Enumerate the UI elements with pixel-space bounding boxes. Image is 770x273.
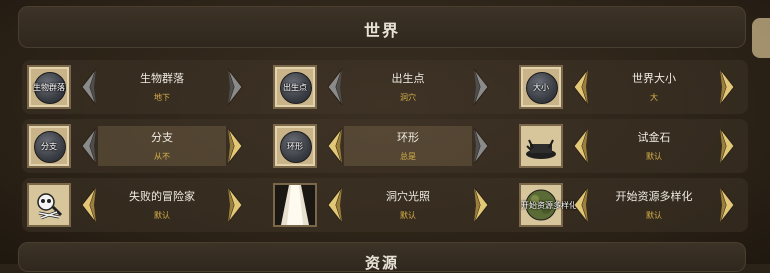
icon-label: 分支: [41, 142, 57, 151]
section-header-resources: 资源: [18, 242, 746, 272]
previous-option-arrow-icon[interactable]: [570, 185, 590, 225]
next-option-arrow-icon[interactable]: [226, 67, 246, 107]
section-header-world: 世界: [18, 6, 746, 48]
side-tab[interactable]: [752, 18, 770, 58]
setting-cell: 失败的冒险家 默认: [24, 179, 269, 231]
setting-name: 开始资源多样化: [615, 190, 693, 203]
previous-option-arrow-icon[interactable]: [324, 185, 344, 225]
setting-value: 总是: [400, 152, 416, 161]
setting-cell: 大小 世界大小大: [516, 61, 761, 113]
setting-cell: 出生点 出生点 洞穴: [270, 61, 515, 113]
icon-label: 大小: [533, 83, 549, 92]
setting-name: 洞穴光照: [386, 190, 430, 203]
next-option-arrow-icon[interactable]: [472, 185, 492, 225]
setting-value: 默认: [400, 211, 416, 220]
icon-label: 出生点: [283, 83, 307, 92]
setting-value: 大: [650, 93, 658, 102]
world-globe-icon: 出生点: [273, 65, 317, 109]
previous-option-arrow-icon[interactable]: [324, 126, 344, 166]
setting-value: 默认: [646, 211, 662, 220]
previous-option-arrow-icon[interactable]: [78, 126, 98, 166]
setting-cell: 环形 环形 总是: [270, 120, 515, 172]
previous-option-arrow-icon[interactable]: [570, 67, 590, 107]
setting-name: 世界大小: [632, 72, 676, 85]
light-beam-icon: [273, 183, 317, 227]
green-map-icon: 开始资源多样化: [519, 183, 577, 227]
setting-name: 失败的冒险家: [129, 190, 195, 203]
previous-option-arrow-icon[interactable]: [570, 126, 590, 166]
next-option-arrow-icon[interactable]: [226, 185, 246, 225]
setting-name: 环形: [397, 131, 419, 144]
icon-label: 环形: [287, 142, 303, 151]
icon-label: 生物群落: [33, 83, 65, 92]
setting-value: 洞穴: [400, 93, 416, 102]
setting-value: 默认: [154, 211, 170, 220]
section-title: 世界: [363, 21, 400, 40]
settings-panel: 世界 生物群落 生物群落 地下 出生点 出生点 洞穴 大小 世界大小大分支 分支 从不 环形 环形 总是…: [0, 0, 770, 272]
setting-value: 地下: [154, 93, 170, 102]
setting-cell: 开始资源多样化 开始资源多样化 默认: [516, 179, 761, 231]
setting-name: 生物群落: [140, 72, 184, 85]
skeleton-icon: [27, 183, 71, 227]
setting-cell: 洞穴光照 默认: [270, 179, 515, 231]
next-option-arrow-icon[interactable]: [718, 126, 738, 166]
previous-option-arrow-icon[interactable]: [78, 185, 98, 225]
setting-name: 分支: [151, 131, 173, 144]
setting-value: 从不: [154, 152, 170, 161]
setting-cell: 分支 分支 从不: [24, 120, 269, 172]
next-option-arrow-icon[interactable]: [226, 126, 246, 166]
next-option-arrow-icon[interactable]: [718, 185, 738, 225]
section-title: 资源: [364, 254, 399, 272]
world-globe-icon: 生物群落: [27, 65, 71, 109]
world-globe-icon: 大小: [519, 65, 563, 109]
next-option-arrow-icon[interactable]: [718, 67, 738, 107]
setting-value: 默认: [646, 152, 662, 161]
next-option-arrow-icon[interactable]: [472, 126, 492, 166]
setting-cell: 试金石 默认: [516, 120, 761, 172]
next-option-arrow-icon[interactable]: [472, 67, 492, 107]
previous-option-arrow-icon[interactable]: [78, 67, 98, 107]
setting-name: 试金石: [637, 131, 671, 144]
setting-name: 出生点: [391, 72, 425, 85]
setting-cell: 生物群落 生物群落 地下: [24, 61, 269, 113]
world-globe-icon: 分支: [27, 124, 71, 168]
world-globe-icon: 环形: [273, 124, 317, 168]
icon-label: 开始资源多样化: [521, 201, 577, 210]
touchstone-icon: [519, 124, 563, 168]
previous-option-arrow-icon[interactable]: [324, 67, 344, 107]
